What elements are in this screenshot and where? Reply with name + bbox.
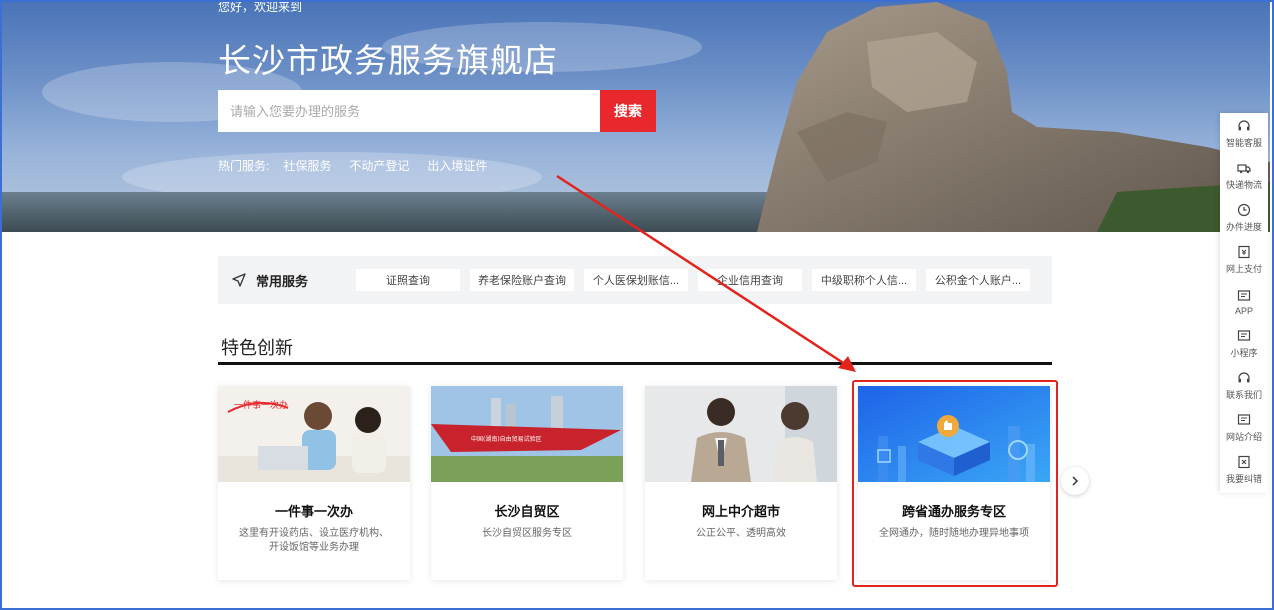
free-trade-zone-badge: 中国(湖南)自由贸易试验区: [471, 435, 542, 443]
toolbar-label: 网上支付: [1225, 264, 1262, 274]
featured-section-title: 特色创新: [221, 338, 293, 358]
toolbar-label: 快递物流: [1225, 180, 1262, 190]
card-description: 这里有开设药店、设立医疗机构、开设饭馆等业务办理: [239, 528, 389, 553]
hot-services: 热门服务: 社保服务 不动产登记 出入境证件: [218, 157, 487, 174]
card-title: 跨省通办服务专区: [901, 504, 1006, 519]
toolbar-label: 智能客服: [1225, 138, 1262, 148]
clock-icon: [1237, 203, 1251, 217]
section-divider: [218, 362, 1052, 365]
toolbar-item-site-intro[interactable]: 网站介绍: [1220, 407, 1268, 449]
toolbar-label: 我要纠错: [1225, 474, 1262, 484]
feature-card-free-trade-zone[interactable]: 中国(湖南)自由贸易试验区 长沙自贸区 长沙自贸区服务专区: [431, 386, 623, 580]
feature-card-cross-province[interactable]: 跨省通办服务专区 全网通办，随时随地办理异地事项: [858, 386, 1050, 580]
headset-icon: [1238, 120, 1250, 131]
info-icon: [1237, 414, 1251, 425]
toolbar-label: 办件进度: [1225, 222, 1262, 232]
chevron-right-icon: [1072, 476, 1079, 486]
toolbar-item-report-error[interactable]: 我要纠错: [1220, 449, 1268, 491]
app-icon: [1237, 289, 1251, 301]
card-image: 中国(湖南)自由贸易试验区: [431, 386, 623, 482]
feature-card-one-thing[interactable]: 一件事一次办 一件事一次办 这里有开设药店、设立医疗机构、开设饭馆等业务办理: [218, 386, 410, 580]
toolbar-item-express[interactable]: 快递物流: [1220, 155, 1268, 197]
feature-card-intermediary-market[interactable]: 网上中介超市 公正公平、透明高效: [645, 386, 837, 580]
toolbar-label: 小程序: [1230, 348, 1258, 358]
hot-link-real-estate[interactable]: 不动产登记: [349, 157, 409, 174]
toolbar-label: 联系我们: [1225, 390, 1262, 400]
search-bar: 搜索: [218, 90, 656, 132]
hot-services-label: 热门服务:: [218, 159, 270, 173]
toolbar-item-contact[interactable]: 联系我们: [1220, 365, 1268, 407]
card-description: 全网通办，随时随地办理异地事项: [879, 528, 1029, 539]
common-services-title: 常用服务: [232, 271, 356, 290]
card-title: 长沙自贸区: [494, 504, 560, 519]
common-services-bar: 常用服务 证照查询 养老保险账户查询 个人医保划账信... 企业信用查询 中级职…: [218, 256, 1052, 304]
truck-icon: [1237, 164, 1251, 174]
site-title: 长沙市政务服务旗舰店: [218, 42, 558, 79]
toolbar-item-progress[interactable]: 办件进度: [1220, 197, 1268, 239]
toolbar-label: APP: [1234, 305, 1253, 316]
service-chip[interactable]: 养老保险账户查询: [470, 269, 574, 291]
service-chip[interactable]: 证照查询: [356, 269, 460, 291]
service-chip[interactable]: 公积金个人账户...: [926, 269, 1030, 291]
toolbar-item-app[interactable]: APP: [1220, 281, 1268, 323]
search-input[interactable]: [218, 90, 600, 132]
card-image: [858, 386, 1050, 482]
toolbar-label: 网站介绍: [1225, 432, 1262, 442]
toolbar-item-smart-service[interactable]: 智能客服: [1220, 113, 1268, 155]
right-floating-toolbar: 智能客服 快递物流 办件进度 网上支付 APP 小程序 联系我们 网站介绍 我要…: [1220, 113, 1268, 493]
navigation-arrow-icon: [232, 273, 246, 287]
toolbar-item-mini-program[interactable]: 小程序: [1220, 323, 1268, 365]
miniprogram-icon: [1237, 330, 1251, 341]
contact-icon: [1238, 372, 1250, 383]
report-icon: [1238, 455, 1250, 469]
card-image: [645, 386, 837, 482]
card-image: 一件事一次办: [218, 386, 410, 482]
payment-icon: [1238, 245, 1250, 259]
statue-image: [757, 2, 1270, 232]
search-button[interactable]: 搜索: [600, 90, 656, 132]
carousel-next-button[interactable]: [1061, 467, 1089, 495]
service-chip[interactable]: 个人医保划账信...: [584, 269, 688, 291]
common-services-label: 常用服务: [256, 273, 309, 289]
hot-link-exit-entry[interactable]: 出入境证件: [427, 157, 487, 174]
hot-link-social-security[interactable]: 社保服务: [283, 157, 331, 174]
service-chip[interactable]: 企业信用查询: [698, 269, 802, 291]
card-description: 公正公平、透明高效: [696, 528, 786, 539]
welcome-text: 您好，欢迎来到: [218, 0, 303, 14]
toolbar-item-payment[interactable]: 网上支付: [1220, 239, 1268, 281]
card-title: 网上中介超市: [701, 504, 780, 519]
card-title: 一件事一次办: [274, 504, 353, 519]
card-description: 长沙自贸区服务专区: [482, 528, 572, 539]
service-chip[interactable]: 中级职称个人信...: [812, 269, 916, 291]
